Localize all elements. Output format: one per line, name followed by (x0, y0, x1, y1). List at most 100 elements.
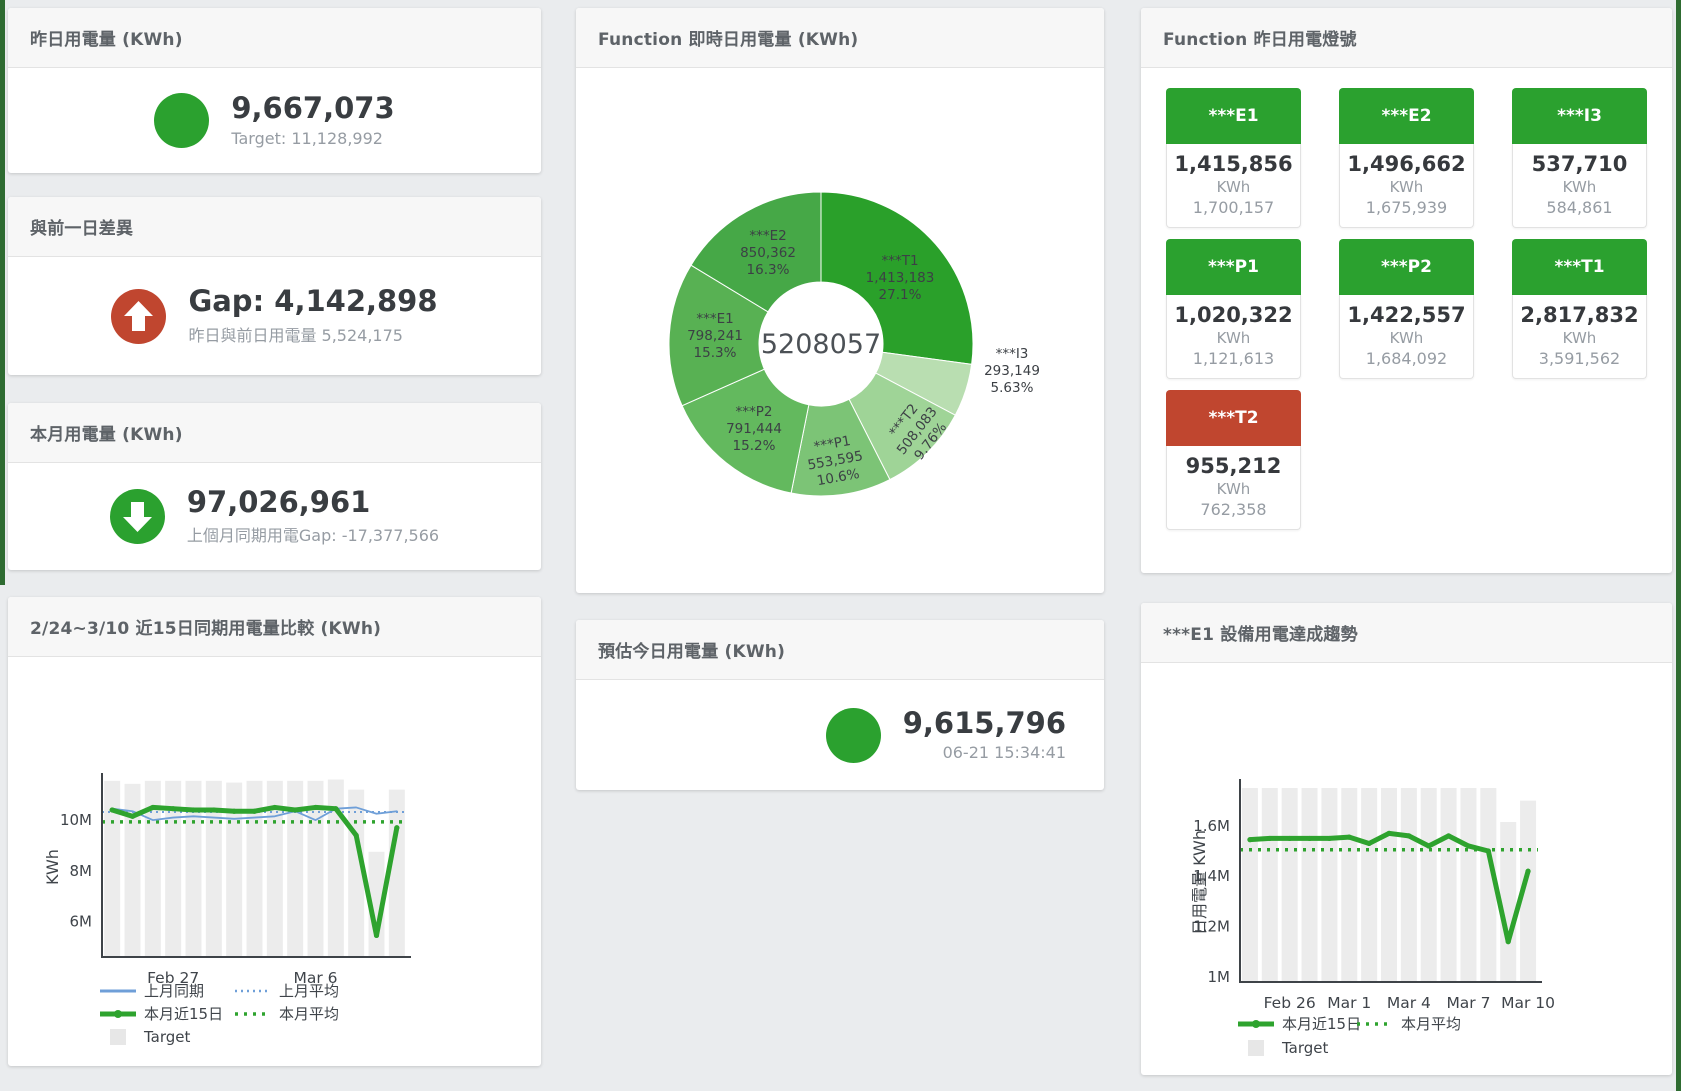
target-bar (206, 781, 222, 957)
dashboard: 昨日用電量 (KWh) 9,667,073 Target: 11,128,992… (0, 0, 1681, 1091)
legend-label: 本月平均 (279, 1005, 339, 1023)
panel-header: ***E1 設備用電達成趨勢 (1141, 603, 1672, 663)
series-point (354, 833, 359, 838)
lamp-tile-p2: ***P2 1,422,557 KWh 1,684,092 (1339, 239, 1474, 379)
series-point (110, 807, 115, 812)
legend-label: 上月同期 (144, 982, 204, 1000)
series-point (333, 806, 338, 811)
y-tick-label: 1M (1208, 968, 1231, 986)
lamp-tile-unit: KWh (1517, 329, 1642, 347)
panel-header: 預估今日用電量 (KWh) (576, 620, 1104, 680)
panel-title[interactable]: 預估今日用電量 (KWh) (598, 637, 785, 662)
lamp-tile-value: 537,710 (1517, 152, 1642, 176)
series-point (191, 807, 196, 812)
panel-header: 與前一日差異 (8, 197, 541, 257)
panel-title[interactable]: 2/24~3/10 近15日同期用電量比較 (KWh) (30, 614, 381, 639)
comparison-chart: 6M8M10MFeb 27Mar 6KWh上月同期上月平均本月近15日本月平均T… (8, 657, 541, 1066)
y-axis-label: KWh (43, 849, 62, 885)
status-circle (111, 289, 166, 344)
lamp-tile-t1: ***T1 2,817,832 KWh 3,591,562 (1512, 239, 1647, 379)
legend-swatch-target (110, 1029, 126, 1045)
panel-title[interactable]: ***E1 設備用電達成趨勢 (1163, 620, 1358, 645)
lamp-tile-label: ***I3 (1512, 88, 1647, 144)
series-point (374, 933, 379, 938)
panel-header: Function 昨日用電燈號 (1141, 8, 1672, 68)
lamp-tile-e2: ***E2 1,496,662 KWh 1,675,939 (1339, 88, 1474, 228)
status-circle (826, 708, 881, 763)
series-point (1287, 836, 1292, 841)
legend-label: 上月平均 (279, 982, 339, 1000)
panel-title[interactable]: Function 即時日用電量 (KWh) (598, 25, 858, 50)
series-point (394, 825, 399, 830)
legend-label: 本月近15日 (144, 1005, 223, 1023)
status-circle (110, 489, 165, 544)
lamp-tile-value: 2,817,832 (1517, 303, 1642, 327)
lamp-tile-unit: KWh (1517, 178, 1642, 196)
series-point (232, 809, 237, 814)
panel-month-usage: 本月用電量 (KWh) 97,026,961 上個月同期用電Gap: -17,3… (8, 403, 541, 570)
series-point (171, 806, 176, 811)
lamp-tile-t2: ***T2 955,212 KWh 762,358 (1166, 390, 1301, 530)
panel-title[interactable]: Function 昨日用電燈號 (1163, 25, 1357, 50)
panel-title[interactable]: 本月用電量 (KWh) (30, 420, 183, 445)
panel-yesterday-usage: 昨日用電量 (KWh) 9,667,073 Target: 11,128,992 (8, 8, 541, 173)
right-edge-strip (1676, 0, 1681, 1091)
series-point (1446, 833, 1451, 838)
panel-header: Function 即時日用電量 (KWh) (576, 8, 1104, 68)
x-tick-label: Mar 4 (1387, 994, 1431, 1012)
x-tick-label: Feb 26 (1264, 994, 1316, 1012)
lamp-tile-unit: KWh (1344, 178, 1469, 196)
lamp-tile-grid: ***E1 1,415,856 KWh 1,700,157 ***E2 1,49… (1166, 88, 1647, 530)
series-point (211, 807, 216, 812)
target-bar (1321, 788, 1337, 982)
series-point (1486, 848, 1491, 853)
lamp-tile-value: 1,020,322 (1171, 303, 1296, 327)
series-point (1466, 843, 1471, 848)
lamp-tile-target: 1,684,092 (1344, 349, 1469, 368)
lamp-tile-target: 3,591,562 (1517, 349, 1642, 368)
donut-slice-label: ***I3293,1495.63% (984, 346, 1040, 396)
stat-subtext: 昨日與前日用電量 5,524,175 (188, 322, 437, 346)
panel-header: 昨日用電量 (KWh) (8, 8, 541, 68)
target-bar (1401, 788, 1417, 982)
target-bar (104, 781, 120, 957)
lamp-tile-target: 584,861 (1517, 198, 1642, 217)
lamp-tile-value: 1,422,557 (1344, 303, 1469, 327)
donut-center-value: 5208057 (761, 329, 881, 360)
lamp-tile-value: 955,212 (1171, 454, 1296, 478)
series-point (1525, 869, 1530, 874)
e1-trend-chart: 1M1.2M1.4M1.6MFeb 26Mar 1Mar 4Mar 7Mar 1… (1141, 663, 1672, 1075)
legend-label: Target (1281, 1039, 1329, 1057)
y-tick-label: 6M (70, 913, 93, 931)
lamp-tile-target: 1,700,157 (1171, 198, 1296, 217)
panel-day-gap: 與前一日差異 Gap: 4,142,898 昨日與前日用電量 5,524,175 (8, 197, 541, 375)
series-point (1506, 939, 1511, 944)
legend-label: 本月近15日 (1282, 1015, 1361, 1033)
status-circle (154, 93, 209, 148)
series-point (1307, 836, 1312, 841)
series-point (272, 805, 277, 810)
target-bar (1282, 788, 1298, 982)
x-tick-label: Mar 10 (1501, 994, 1555, 1012)
lamp-tile-value: 1,496,662 (1344, 152, 1469, 176)
lamp-tile-e1: ***E1 1,415,856 KWh 1,700,157 (1166, 88, 1301, 228)
target-bar (1361, 788, 1377, 982)
series-point (1386, 831, 1391, 836)
lamp-tile-label: ***P2 (1339, 239, 1474, 295)
panel-title[interactable]: 與前一日差異 (30, 214, 133, 239)
lamp-tile-target: 1,675,939 (1344, 198, 1469, 217)
stat-timestamp: 06-21 15:34:41 (903, 743, 1066, 762)
panel-e1-trend: ***E1 設備用電達成趨勢 1M1.2M1.4M1.6MFeb 26Mar 1… (1141, 603, 1672, 1075)
y-axis-label: 日用電量 KWh (1190, 830, 1209, 935)
x-tick-label: Mar 1 (1327, 994, 1371, 1012)
stat-value: 97,026,961 (187, 487, 439, 519)
series-point (1426, 843, 1431, 848)
panel-estimate-today: 預估今日用電量 (KWh) 9,615,796 06-21 15:34:41 (576, 620, 1104, 790)
panel-title[interactable]: 昨日用電量 (KWh) (30, 25, 183, 50)
series-point (1247, 837, 1252, 842)
target-bar (1341, 788, 1357, 982)
lamp-tile-unit: KWh (1171, 480, 1296, 498)
panel-yesterday-lamps: Function 昨日用電燈號 ***E1 1,415,856 KWh 1,70… (1141, 8, 1672, 573)
series-point (1327, 836, 1332, 841)
target-bar (1421, 788, 1437, 982)
